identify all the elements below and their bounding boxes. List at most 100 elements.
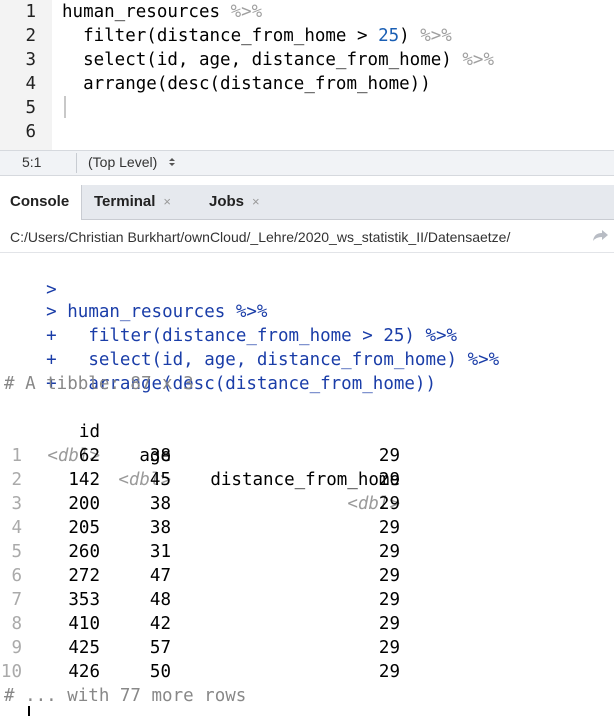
- code-token: arrange(desc(distance_from_home)): [62, 74, 431, 94]
- cell-distance: 29: [378, 614, 400, 634]
- source-editor[interactable]: 1 human_resources %>% 2 filter(distance_fr…: [0, 0, 614, 150]
- empty-prompt-line: >: [4, 254, 57, 300]
- table-row: 7 353 48 29: [0, 588, 614, 612]
- cell-id: 353: [68, 590, 100, 610]
- working-directory-bar: C:/Users/Christian Burkhart/ownCloud/_Le…: [0, 222, 614, 253]
- numeric-literal: 25: [378, 26, 400, 46]
- cell-age: 48: [149, 590, 171, 610]
- row-number: 2: [11, 470, 22, 490]
- scope-label: (Top Level): [88, 154, 158, 170]
- working-directory-path: C:/Users/Christian Burkhart/ownCloud/_Le…: [10, 229, 511, 245]
- row-number: 5: [11, 542, 22, 562]
- pane-tab-bar: Console Terminal × Jobs ×: [0, 185, 614, 220]
- cell-age: 47: [149, 566, 171, 586]
- table-row: 5 260 31 29: [0, 540, 614, 564]
- table-row: 8 410 42 29: [0, 612, 614, 636]
- cell-distance: 29: [378, 566, 400, 586]
- code-text: filter(distance_from_home > 25) %>%: [62, 24, 452, 48]
- row-number: 4: [11, 518, 22, 538]
- command-line: + arrange(desc(distance_from_home)): [4, 348, 436, 394]
- editor-line[interactable]: 4 arrange(desc(distance_from_home)): [0, 72, 614, 96]
- editor-line[interactable]: 3 select(id, age, distance_from_home) %>…: [0, 48, 614, 72]
- tibble-header: # A tibble: 87 x 3: [4, 374, 194, 394]
- table-row: 1 62 38 29: [0, 444, 614, 468]
- status-divider: [76, 153, 77, 173]
- code-token: human_resources: [62, 2, 231, 22]
- cell-distance: 29: [378, 470, 400, 490]
- scope-selector[interactable]: (Top Level): [88, 154, 177, 170]
- cell-age: 50: [149, 662, 171, 682]
- cell-age: 42: [149, 614, 171, 634]
- table-row: 6 272 47 29: [0, 564, 614, 588]
- line-number: 4: [25, 74, 36, 94]
- cell-distance: 29: [378, 446, 400, 466]
- editor-line[interactable]: 2 filter(distance_from_home > 25) %>%: [0, 24, 614, 48]
- tab-terminal[interactable]: Terminal ×: [84, 185, 196, 219]
- command-line: + filter(distance_from_home > 25) %>%: [4, 300, 457, 346]
- code-token: filter(distance_from_home >: [62, 26, 379, 46]
- pipe-operator: %>%: [230, 2, 263, 22]
- table-row: 3 200 38 29: [0, 492, 614, 516]
- cursor-position: 5:1: [22, 154, 42, 170]
- console-cursor: [28, 706, 30, 716]
- tab-label: Console: [10, 193, 70, 210]
- cell-distance: 29: [378, 518, 400, 538]
- cell-age: 57: [149, 638, 171, 658]
- line-number: 2: [25, 26, 36, 46]
- editor-line[interactable]: 1 human_resources %>%: [0, 0, 614, 24]
- row-number: 10: [0, 662, 22, 682]
- code-text: select(id, age, distance_from_home) %>%: [62, 48, 494, 72]
- code-text: human_resources %>%: [62, 0, 262, 24]
- tab-console[interactable]: Console: [0, 185, 82, 220]
- goto-directory-arrow-icon[interactable]: [590, 227, 610, 245]
- command-line: + select(id, age, distance_from_home) %>…: [4, 324, 499, 370]
- console-output[interactable]: > > human_resources %>% + filter(distanc…: [0, 254, 614, 716]
- row-number: 7: [11, 590, 22, 610]
- row-number: 1: [11, 446, 22, 466]
- cell-id: 200: [68, 494, 100, 514]
- line-number: 1: [25, 2, 36, 22]
- cell-age: 38: [149, 518, 171, 538]
- close-icon[interactable]: ×: [252, 194, 260, 209]
- cell-id: 425: [68, 638, 100, 658]
- cell-distance: 29: [378, 590, 400, 610]
- row-number: 8: [11, 614, 22, 634]
- cell-id: 142: [68, 470, 100, 490]
- cell-distance: 29: [378, 662, 400, 682]
- close-icon[interactable]: ×: [163, 194, 171, 209]
- tab-label: Terminal: [94, 193, 156, 210]
- cell-id: 272: [68, 566, 100, 586]
- tibble-footer: # ... with 77 more rows: [4, 686, 247, 706]
- table-row: 9 425 57 29: [0, 636, 614, 660]
- pipe-operator: %>%: [462, 50, 494, 70]
- command-line: > human_resources %>%: [4, 276, 267, 322]
- cell-age: 38: [149, 446, 171, 466]
- column-type-row: <dbl> <dbl> <dbl>: [0, 420, 614, 514]
- row-number: 9: [11, 638, 22, 658]
- cell-age: 38: [149, 494, 171, 514]
- cell-distance: 29: [378, 494, 400, 514]
- row-number: 3: [11, 494, 22, 514]
- cell-distance: 29: [378, 542, 400, 562]
- column-header-row: id age distance_from_home: [0, 396, 614, 490]
- editor-line[interactable]: 5: [0, 96, 614, 120]
- cell-id: 260: [68, 542, 100, 562]
- cell-id: 205: [68, 518, 100, 538]
- table-row: 4 205 38 29: [0, 516, 614, 540]
- code-text: arrange(desc(distance_from_home)): [62, 72, 431, 96]
- editor-status-bar: 5:1 (Top Level): [0, 150, 614, 176]
- tab-jobs[interactable]: Jobs ×: [199, 185, 279, 219]
- cell-age: 31: [149, 542, 171, 562]
- row-number: 6: [11, 566, 22, 586]
- table-row: 10 426 50 29: [0, 660, 614, 684]
- editor-caret: [64, 96, 66, 118]
- updown-chevron-icon: [169, 158, 176, 166]
- cell-id: 62: [78, 446, 100, 466]
- line-number: 5: [25, 98, 36, 118]
- editor-line[interactable]: 6: [0, 120, 614, 144]
- pipe-operator: %>%: [420, 26, 452, 46]
- cell-distance: 29: [378, 638, 400, 658]
- table-row: 2 142 45 29: [0, 468, 614, 492]
- code-token: select(id, age, distance_from_home): [62, 50, 463, 70]
- cell-age: 45: [149, 470, 171, 490]
